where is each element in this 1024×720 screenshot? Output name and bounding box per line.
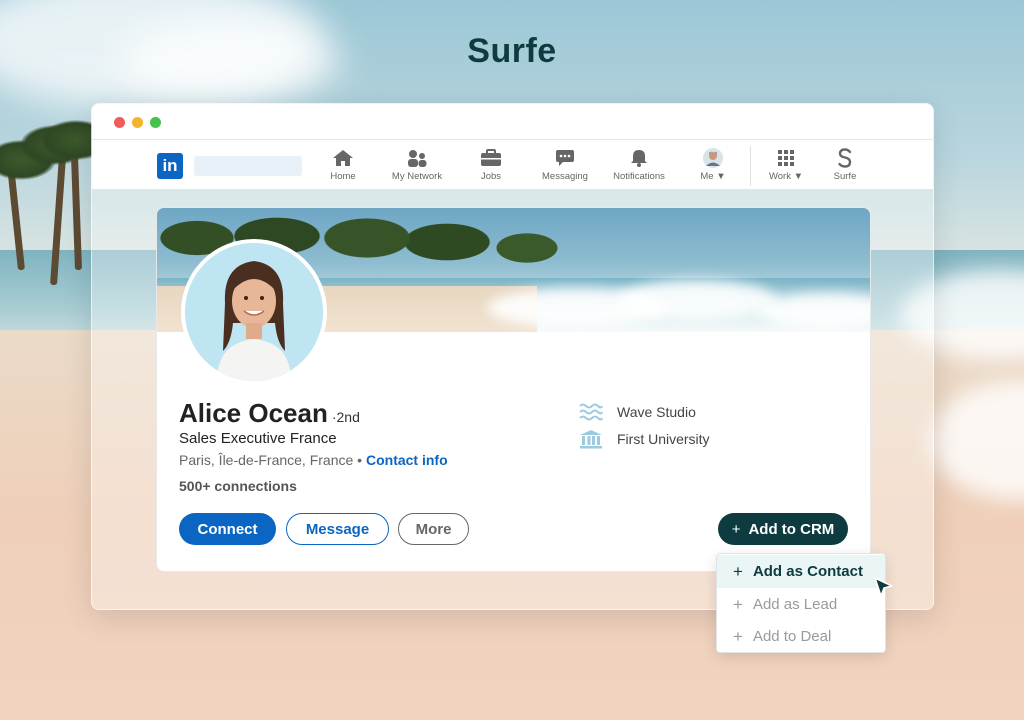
nav-me-label: Me ▼ [700,171,726,182]
window-titlebar [92,104,933,140]
connections-count[interactable]: 500+ connections [179,478,297,494]
close-window-button[interactable] [114,117,125,128]
linkedin-navbar: in Home My Network Jobs Messaging Notifi… [92,140,933,190]
nav-surfe-label: Surfe [833,171,857,182]
nav-jobs[interactable]: Jobs [456,148,526,182]
mouse-cursor-icon [873,576,895,607]
surfe-icon [810,148,880,168]
nav-my-network-label: My Network [391,171,443,182]
nav-messaging-label: Messaging [542,171,588,182]
nav-home-label: Home [330,171,356,182]
profile-headline: Sales Executive France [179,430,337,447]
brand-title: Surfe [467,32,557,70]
wave-company-icon [579,403,603,421]
menu-item-label: Add to Deal [752,628,832,645]
home-icon [308,148,378,168]
profile-card: Alice Ocean ·2nd Sales Executive France P… [156,207,871,572]
company-name: Wave Studio [617,404,696,420]
avatar-icon [678,148,748,168]
menu-item-label: Add as Lead [752,596,838,613]
search-input[interactable] [194,156,302,176]
company-info[interactable]: Wave Studio [579,402,696,422]
profile-name-text: Alice Ocean [179,398,328,428]
briefcase-icon [456,148,526,168]
plus-icon: + [733,626,743,646]
nav-home[interactable]: Home [308,148,378,182]
plus-icon: + [731,520,741,538]
nav-surfe[interactable]: Surfe [810,148,880,182]
profile-avatar[interactable] [181,239,327,385]
add-to-crm-label: Add to CRM [748,520,835,538]
profile-name: Alice Ocean ·2nd [179,398,360,429]
connect-button[interactable]: Connect [179,513,276,545]
menu-item-label: Add as Contact [752,563,863,580]
menu-item-add-as-contact[interactable]: + Add as Contact [717,555,885,588]
school-name: First University [617,431,710,447]
message-button[interactable]: Message [286,513,389,545]
add-to-crm-button[interactable]: + Add to CRM [718,513,848,545]
nav-notifications-label: Notifications [613,171,665,182]
contact-info-link[interactable]: Contact info [366,452,448,468]
browser-window: in Home My Network Jobs Messaging Notifi… [91,103,934,610]
nav-my-network[interactable]: My Network [382,148,452,182]
location-separator: • [353,452,366,468]
connection-degree: ·2nd [331,409,360,425]
nav-jobs-label: Jobs [480,171,502,182]
menu-item-add-to-deal[interactable]: + Add to Deal [717,620,885,653]
plus-icon: + [733,594,743,614]
university-icon [580,430,602,449]
linkedin-logo[interactable]: in [157,153,183,179]
messaging-icon [530,148,600,168]
bell-icon [604,148,674,168]
nav-notifications[interactable]: Notifications [604,148,674,182]
menu-item-add-as-lead[interactable]: + Add as Lead [717,588,885,621]
minimize-window-button[interactable] [132,117,143,128]
school-info[interactable]: First University [579,429,710,449]
nav-me[interactable]: Me ▼ [678,148,748,182]
profile-location: Paris, Île-de-France, France • Contact i… [179,452,448,468]
location-text: Paris, Île-de-France, France [179,452,354,468]
nav-messaging[interactable]: Messaging [530,148,600,182]
plus-icon: + [733,561,743,581]
network-icon [382,148,452,168]
more-button[interactable]: More [398,513,469,545]
crm-dropdown-menu: + Add as Contact + Add as Lead + Add to … [716,553,886,653]
maximize-window-button[interactable] [150,117,161,128]
